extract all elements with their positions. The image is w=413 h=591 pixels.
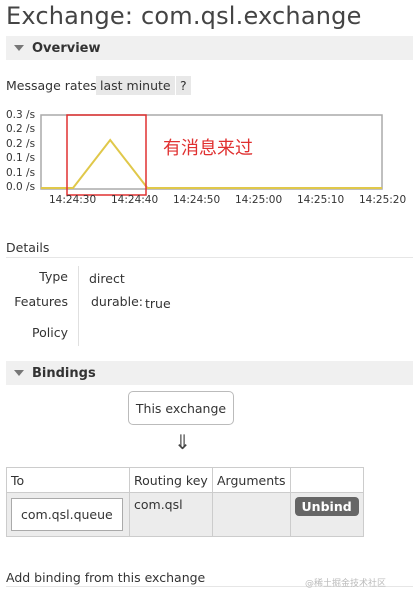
to-cell: com.qsl.queue bbox=[6, 492, 130, 537]
table-header-row: To Routing key Arguments bbox=[6, 467, 364, 493]
x-tick-label: 14:24:30 bbox=[49, 194, 97, 206]
durable-key: durable: bbox=[91, 294, 143, 309]
bindings-section-header[interactable]: Bindings bbox=[6, 361, 413, 385]
x-tick-label: 14:24:40 bbox=[111, 194, 159, 206]
watermark: @稀土掘金技术社区 bbox=[305, 579, 387, 589]
unbind-button[interactable]: Unbind bbox=[294, 497, 359, 516]
column-header-routing-key: Routing key bbox=[129, 467, 213, 493]
type-value: direct bbox=[89, 271, 125, 286]
details-label: Details bbox=[6, 240, 50, 255]
add-binding-label[interactable]: Add binding from this exchange bbox=[6, 570, 205, 585]
policy-key: Policy bbox=[32, 325, 68, 340]
arguments-cell bbox=[212, 492, 291, 537]
details-divider bbox=[6, 257, 413, 258]
x-tick-label: 14:25:20 bbox=[359, 194, 407, 206]
bindings-table: To Routing key Arguments com.qsl.queue c… bbox=[6, 467, 364, 537]
durable-value: true bbox=[145, 296, 171, 311]
x-tick-label: 14:24:50 bbox=[173, 194, 221, 206]
column-header-actions bbox=[289, 467, 364, 493]
column-header-arguments: Arguments bbox=[212, 467, 291, 493]
column-header-to: To bbox=[6, 467, 130, 493]
type-key: Type bbox=[39, 269, 68, 284]
details-separator bbox=[78, 266, 79, 346]
annotation-text: 有消息来过 bbox=[163, 138, 253, 159]
x-tick-label: 14:25:00 bbox=[235, 194, 283, 206]
queue-link[interactable]: com.qsl.queue bbox=[11, 498, 123, 531]
collapse-triangle-icon bbox=[14, 370, 24, 376]
x-tick-label: 14:25:10 bbox=[297, 194, 345, 206]
table-row: com.qsl.queue com.qsl Unbind bbox=[6, 492, 364, 537]
this-exchange-box: This exchange bbox=[128, 391, 234, 425]
features-key: Features bbox=[14, 294, 68, 309]
action-cell: Unbind bbox=[289, 492, 364, 537]
down-arrow-icon: ⇓ bbox=[174, 430, 191, 454]
bindings-header-label: Bindings bbox=[32, 365, 96, 381]
routing-key-cell: com.qsl bbox=[129, 492, 213, 537]
